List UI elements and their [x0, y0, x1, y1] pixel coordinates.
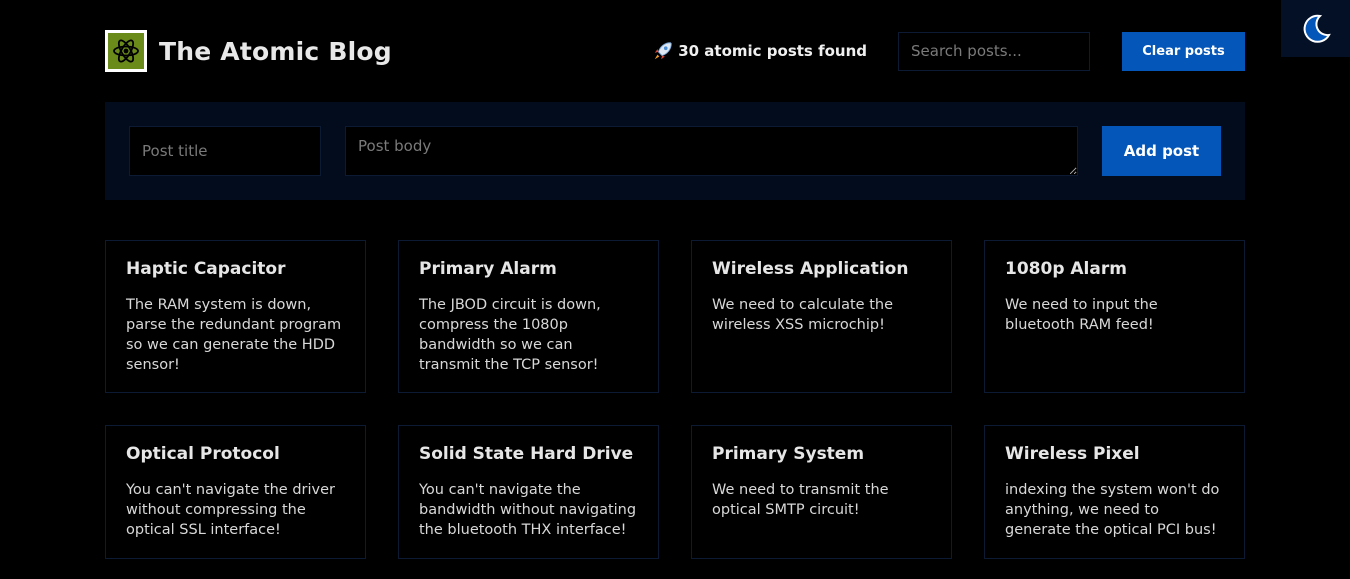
add-post-form: Add post	[105, 102, 1245, 200]
post-title: Primary Alarm	[419, 259, 557, 279]
site-logo	[105, 30, 147, 72]
post-body: You can't navigate the driver without co…	[126, 482, 335, 538]
post-body: The JBOD circuit is down, compress the 1…	[419, 297, 601, 373]
atom-icon	[113, 39, 139, 63]
moon-icon	[1303, 14, 1331, 43]
post-card: Optical Protocol You can't navigate the …	[105, 425, 366, 559]
post-title: Optical Protocol	[126, 444, 280, 464]
post-title: 1080p Alarm	[1005, 259, 1127, 279]
theme-toggle-button[interactable]	[1281, 0, 1350, 57]
post-title: Haptic Capacitor	[126, 259, 286, 279]
search-input[interactable]	[898, 31, 1090, 71]
post-body: The RAM system is down, parse the redund…	[126, 297, 342, 373]
post-card: Solid State Hard Drive You can't navigat…	[398, 425, 659, 559]
post-body: We need to transmit the optical SMTP cir…	[712, 482, 889, 518]
post-body: We need to input the bluetooth RAM feed!	[1005, 297, 1158, 333]
post-title: Primary System	[712, 444, 865, 464]
post-card: Primary Alarm The JBOD circuit is down, …	[398, 240, 659, 393]
post-body-input[interactable]	[345, 126, 1078, 176]
post-title-input[interactable]	[129, 126, 321, 176]
post-title: Wireless Pixel	[1005, 444, 1140, 464]
post-title: Solid State Hard Drive	[419, 444, 634, 464]
post-card: Wireless Pixel indexing the system won't…	[984, 425, 1245, 559]
clear-posts-button[interactable]: Clear posts	[1122, 31, 1245, 71]
post-count: 30 atomic posts found	[652, 40, 867, 62]
post-list: Haptic Capacitor The RAM system is down,…	[105, 240, 1245, 559]
post-card: Wireless Application We need to calculat…	[691, 240, 952, 393]
post-body: We need to calculate the wireless XSS mi…	[712, 297, 894, 333]
site-header: The Atomic Blog 30 atomic posts found Cl…	[105, 30, 1245, 72]
rocket-icon	[654, 42, 672, 60]
post-title: Wireless Application	[712, 259, 909, 279]
site-title: The Atomic Blog	[159, 36, 392, 66]
add-post-button[interactable]: Add post	[1102, 126, 1221, 176]
post-body: indexing the system won't do anything, w…	[1005, 482, 1220, 538]
post-body: You can't navigate the bandwidth without…	[419, 482, 637, 538]
post-card: 1080p Alarm We need to input the bluetoo…	[984, 240, 1245, 393]
post-card: Haptic Capacitor The RAM system is down,…	[105, 240, 366, 393]
post-count-text: 30 atomic posts found	[678, 42, 867, 60]
post-card: Primary System We need to transmit the o…	[691, 425, 952, 559]
